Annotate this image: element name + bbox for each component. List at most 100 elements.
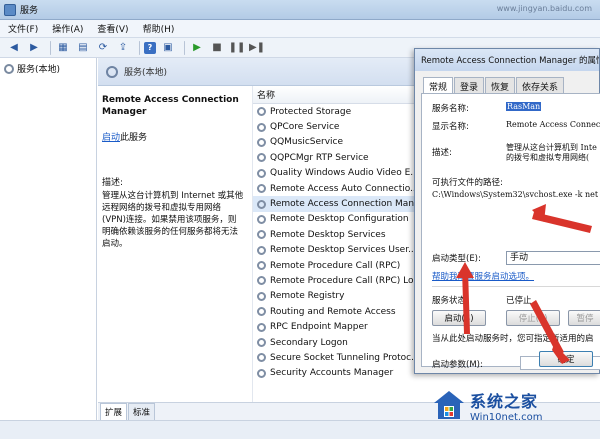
play-icon[interactable]: ▶ — [189, 40, 205, 55]
toolbar-separator — [139, 40, 140, 55]
table-row[interactable]: Remote Procedure Call (RPC) — [253, 258, 420, 273]
service-name: RPC Endpoint Mapper — [270, 322, 368, 333]
executable-path-label: 可执行文件的路径: — [432, 178, 503, 188]
service-name: Remote Desktop Configuration — [270, 214, 409, 225]
service-name: Security Accounts Manager — [270, 368, 394, 379]
blurred-url-text: www.jingyan.baidu.com — [496, 4, 592, 13]
gear-icon — [257, 322, 266, 332]
service-title: Remote Access Connection Manager — [102, 95, 239, 117]
menu-file[interactable]: 文件(F) — [8, 22, 38, 35]
service-name: Remote Registry — [270, 291, 345, 302]
service-name: Remote Desktop Services — [270, 229, 386, 240]
tab-extended[interactable]: 扩展 — [100, 403, 128, 420]
menu-action[interactable]: 操作(A) — [52, 22, 83, 35]
gear-icon — [106, 65, 118, 78]
tree-item-services-local[interactable]: 服务(本地) — [0, 58, 96, 79]
pause-icon[interactable]: ❚❚ — [229, 40, 246, 55]
dialog-tabs: 常规 登录 恢复 依存关系 — [415, 71, 599, 93]
service-name-label: 服务名称: — [432, 104, 469, 114]
column-header-name[interactable]: 名称 — [253, 86, 420, 104]
tab-dependencies[interactable]: 依存关系 — [516, 77, 565, 93]
gear-icon — [257, 291, 266, 301]
table-row[interactable]: Remote Access Auto Connectio... — [253, 181, 420, 196]
table-row[interactable]: Remote Registry — [253, 289, 420, 304]
configure-startup-help-link[interactable]: 帮助我配置服务启动选项。 — [432, 270, 534, 282]
gear-icon — [257, 276, 266, 286]
table-row[interactable]: Secondary Logon — [253, 335, 420, 350]
table-row[interactable]: RPC Endpoint Mapper — [253, 319, 420, 334]
gear-icon — [257, 168, 266, 178]
help-icon[interactable]: ? — [144, 41, 156, 54]
title-bar: 服务 www.jingyan.baidu.com — [0, 0, 600, 20]
startup-type-select[interactable]: 手动 — [506, 251, 600, 265]
service-name: Secure Socket Tunneling Protoc... — [270, 352, 420, 363]
table-row[interactable]: QQPCMgr RTP Service — [253, 150, 420, 165]
menu-view[interactable]: 查看(V) — [97, 22, 128, 35]
service-name: Secondary Logon — [270, 337, 348, 348]
dialog-description-label: 描述: — [432, 148, 452, 158]
service-name: QPCore Service — [270, 122, 340, 133]
display-name-value[interactable]: Remote Access Connectio — [506, 120, 600, 129]
table-row[interactable]: QPCore Service — [253, 119, 420, 134]
stop-icon[interactable]: ■ — [209, 40, 225, 55]
toolbar-separator — [184, 40, 185, 55]
table-row[interactable]: Protected Storage — [253, 104, 420, 119]
gear-icon — [257, 199, 266, 209]
table-row[interactable]: Remote Access Connection Man... — [253, 196, 420, 212]
tab-general[interactable]: 常规 — [423, 77, 454, 93]
show-hide-icon[interactable]: ▣ — [160, 40, 176, 55]
back-arrow-icon[interactable]: ◀ — [6, 40, 22, 55]
description-text: 管理从这台计算机到 Internet 或其他远程网络的拨号和虚拟专用网络(VPN… — [102, 191, 244, 249]
table-row[interactable]: Routing and Remote Access — [253, 304, 420, 319]
menu-help[interactable]: 帮助(H) — [143, 22, 175, 35]
startup-type-label: 启动类型(E): — [432, 254, 481, 264]
stop-button[interactable]: 停止(T) — [506, 310, 560, 326]
table-row[interactable]: Remote Desktop Services — [253, 227, 420, 242]
table-row[interactable]: Remote Desktop Services User... — [253, 243, 420, 258]
pause-button[interactable]: 暂停 — [568, 310, 600, 326]
table-row[interactable]: QQMusicService — [253, 135, 420, 150]
refresh-icon[interactable]: ⟳ — [95, 40, 111, 55]
service-name: Remote Access Auto Connectio... — [270, 183, 419, 194]
table-row[interactable]: Security Accounts Manager — [253, 366, 420, 381]
toolbar-separator — [50, 40, 51, 55]
start-params-hint: 当从此处启动服务时，您可指定所适用的启 — [432, 334, 594, 344]
start-params-label: 启动参数(M): — [432, 360, 483, 370]
service-name: Remote Desktop Services User... — [270, 245, 417, 256]
gear-icon — [257, 230, 266, 240]
menu-bar: 文件(F) 操作(A) 查看(V) 帮助(H) — [0, 20, 600, 38]
table-row[interactable]: Remote Procedure Call (RPC) Lo... — [253, 273, 420, 288]
export-icon[interactable]: ⇪ — [115, 40, 131, 55]
window-title: 服务 — [20, 6, 39, 16]
watermark-sub: Win10net.com — [470, 412, 543, 423]
restart-icon[interactable]: ▶❚ — [249, 40, 265, 55]
forward-arrow-icon[interactable]: ▶ — [26, 40, 42, 55]
service-name: Routing and Remote Access — [270, 306, 396, 317]
start-service-line: 启动此服务 — [102, 130, 244, 143]
service-name: Remote Access Connection Man... — [270, 199, 420, 210]
gear-icon — [4, 63, 14, 74]
gear-icon — [257, 107, 266, 117]
ok-button[interactable]: 确定 — [539, 351, 593, 367]
start-service-suffix: 此服务 — [120, 133, 148, 143]
gear-icon — [257, 214, 266, 224]
gear-icon — [257, 307, 266, 317]
gear-icon — [257, 122, 266, 132]
gear-icon — [257, 353, 266, 363]
tab-logon[interactable]: 登录 — [454, 77, 485, 93]
tab-standard[interactable]: 标准 — [128, 403, 156, 420]
console-tree-icon[interactable]: ▦ — [55, 40, 71, 55]
tab-recovery[interactable]: 恢复 — [485, 77, 516, 93]
table-row[interactable]: Secure Socket Tunneling Protoc... — [253, 350, 420, 365]
watermark-main: 系统之家 — [470, 392, 539, 411]
start-service-link[interactable]: 启动 — [102, 133, 120, 143]
table-row[interactable]: Remote Desktop Configuration — [253, 212, 420, 227]
service-name: QQPCMgr RTP Service — [270, 152, 369, 163]
table-row[interactable]: Quality Windows Audio Video E... — [253, 166, 420, 181]
service-status-value: 已停止 — [506, 296, 532, 306]
tree-item-label: 服务(本地) — [17, 65, 61, 75]
properties-icon[interactable]: ▤ — [75, 40, 91, 55]
start-button[interactable]: 启动(S) — [432, 310, 486, 326]
service-name: Remote Procedure Call (RPC) — [270, 260, 401, 271]
service-name-value[interactable]: RasMan — [506, 102, 542, 111]
